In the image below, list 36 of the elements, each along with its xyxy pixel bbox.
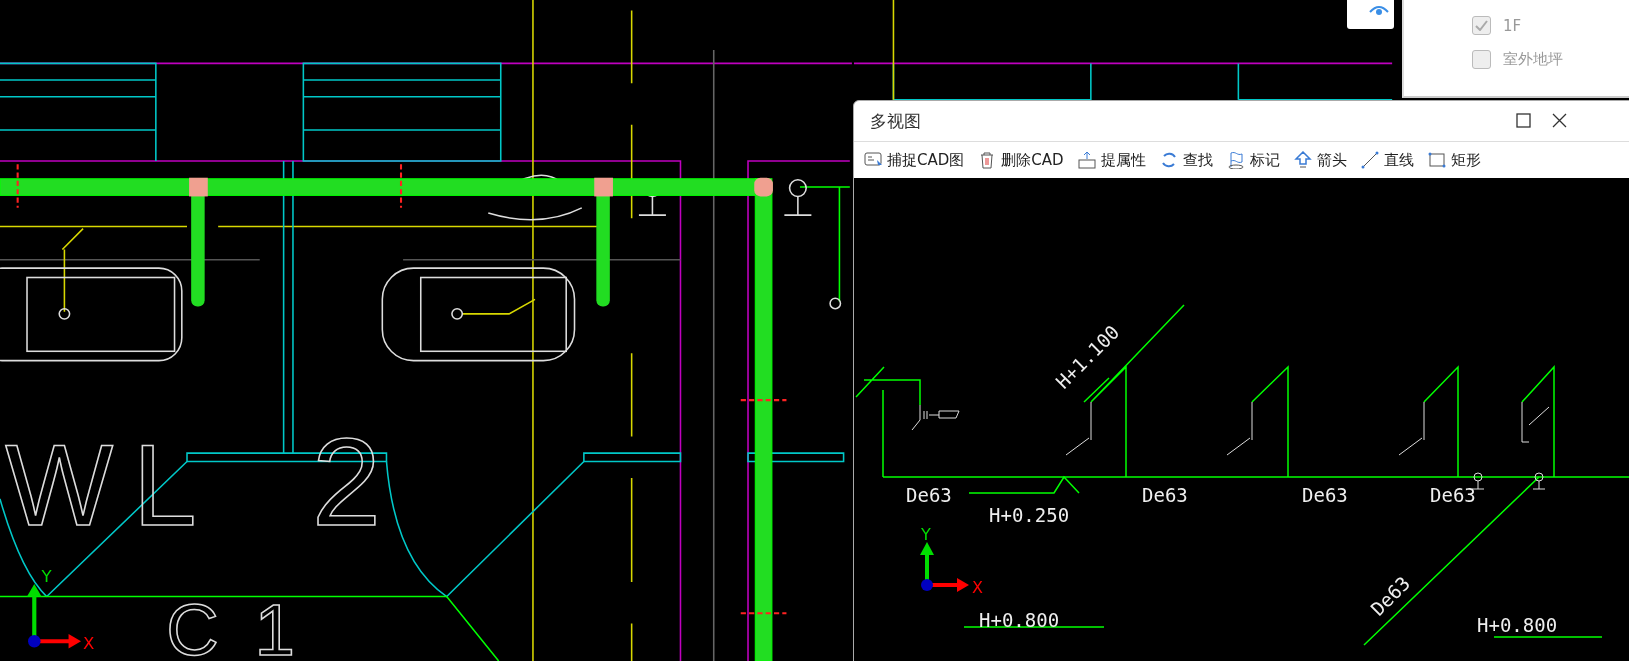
plan-label: C [166,588,219,661]
line-icon [1360,151,1379,169]
toolbar-button[interactable]: 箭头 [1293,150,1347,170]
axis-x-label: X [83,633,95,653]
arrow-icon [1293,151,1312,169]
pipe-annotation: De63 [1302,484,1348,506]
checkbox[interactable] [1472,16,1491,35]
layer-label: 室外地坪 [1503,50,1563,69]
pipe-annotation: H+0.800 [979,609,1060,631]
toolbar-button[interactable]: 矩形 [1427,150,1481,170]
toolbar-button[interactable]: 捕捉CAD图 [864,150,965,170]
flag-icon [1226,151,1245,169]
toolbar-button[interactable]: 标记 [1226,150,1280,170]
close-icon[interactable] [1552,113,1567,128]
axis-x-label: X [972,578,983,597]
axis-x-icon [921,578,969,592]
visibility-button[interactable] [1347,0,1394,29]
pipe-annotation: H+0.250 [989,504,1070,526]
pipe-annotation: De63 [1430,484,1476,506]
window-title: 多视图 [870,109,921,133]
axis-x-icon [28,634,82,649]
toolbar-button[interactable]: 直线 [1360,150,1414,170]
plan-label: 1 [254,588,295,661]
layer-label: 1F [1503,16,1522,35]
axis-y-label: Y [41,567,52,586]
plan-label: W [5,421,114,549]
toolbar-button[interactable]: 提属性 [1077,150,1146,170]
toolbar-button[interactable]: 查找 [1159,150,1213,170]
pipe-annotation: De63 [906,484,952,506]
pipe-annotation: De63 [1142,484,1188,506]
pipe-annotation: H+0.800 [1477,614,1558,636]
maximize-icon[interactable] [1516,113,1531,128]
axis-y-label: Y [921,525,931,544]
toolbar-button[interactable]: 删除CAD [978,150,1064,170]
rect-icon [1427,151,1446,169]
checkbox[interactable] [1472,50,1491,69]
